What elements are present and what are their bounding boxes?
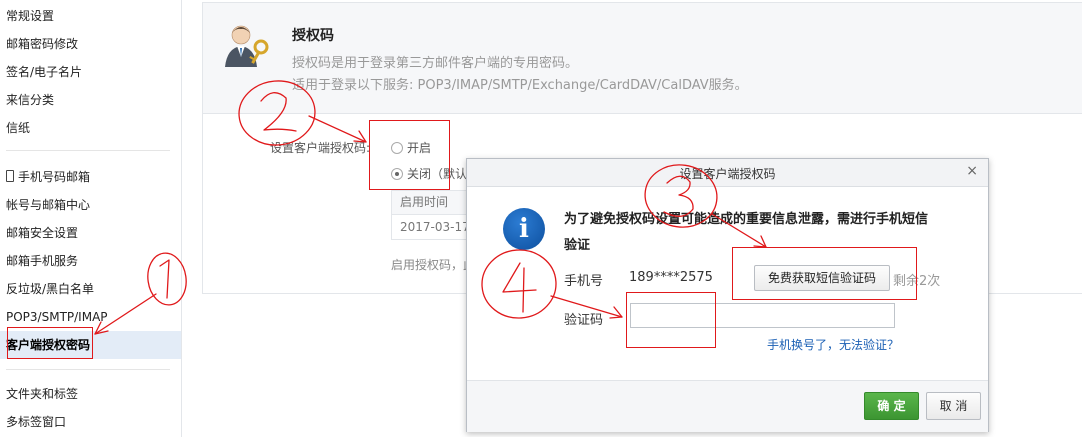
phone-number: 189****2575 xyxy=(629,270,713,285)
radio-label: 开启 xyxy=(407,141,432,155)
sidebar-divider xyxy=(6,150,170,151)
sidebar-item-client-auth-code[interactable]: 客户端授权密码 xyxy=(0,331,181,359)
sidebar-item-label: 多标签窗口 xyxy=(6,415,67,429)
client-auth-setting-label: 设置客户端授权码: xyxy=(270,141,371,155)
dialog-footer: 确 定 取 消 xyxy=(467,380,988,432)
get-sms-code-button[interactable]: 免费获取短信验证码 xyxy=(754,265,890,291)
sidebar-item-label: 邮箱密码修改 xyxy=(6,37,79,51)
sidebar-item-label: POP3/SMTP/IMAP xyxy=(6,310,108,324)
sidebar-item-label: 邮箱安全设置 xyxy=(6,226,79,240)
sidebar-item-label: 帐号与邮箱中心 xyxy=(6,198,91,212)
radio-button-checked[interactable] xyxy=(391,168,403,180)
auth-code-header: 授权码 授权码是用于登录第三方邮件客户端的专用密码。 适用于登录以下服务: PO… xyxy=(203,3,1082,114)
phone-label: 手机号 xyxy=(564,274,604,289)
sidebar-item-general[interactable]: 常规设置 xyxy=(0,2,181,30)
sidebar-item-signature[interactable]: 签名/电子名片 xyxy=(0,58,181,86)
enable-note: 启用授权码，此 xyxy=(391,258,476,272)
info-icon: i xyxy=(503,208,545,250)
sidebar-item-label: 来信分类 xyxy=(6,93,55,107)
sidebar-item-label: 客户端授权密码 xyxy=(6,338,91,352)
cancel-button[interactable]: 取 消 xyxy=(926,392,981,420)
radio-button[interactable] xyxy=(391,142,403,154)
remaining-attempts: 剩余2次 xyxy=(893,274,941,289)
dialog-header: 设置客户端授权码 × xyxy=(467,159,988,187)
changed-phone-link[interactable]: 手机换号了，无法验证？ xyxy=(767,336,899,353)
sidebar-item-multi-tab[interactable]: 多标签窗口 xyxy=(0,408,181,436)
sidebar-item-label: 签名/电子名片 xyxy=(6,65,83,79)
close-icon[interactable]: × xyxy=(966,163,978,179)
settings-sidebar: 常规设置 邮箱密码修改 签名/电子名片 来信分类 信纸 手机号码邮箱 帐号与邮箱… xyxy=(0,0,182,437)
sidebar-item-antispam[interactable]: 反垃圾/黑白名单 xyxy=(0,275,181,303)
sidebar-item-mobile-service[interactable]: 邮箱手机服务 xyxy=(0,247,181,275)
sidebar-item-label: 文件夹和标签 xyxy=(6,387,79,401)
sidebar-item-account-center[interactable]: 帐号与邮箱中心 xyxy=(0,191,181,219)
code-label: 验证码 xyxy=(564,313,604,328)
sidebar-item-phone-mailbox[interactable]: 手机号码邮箱 xyxy=(0,163,181,191)
sidebar-item-pop3-smtp-imap[interactable]: POP3/SMTP/IMAP xyxy=(0,303,181,331)
sidebar-item-password[interactable]: 邮箱密码修改 xyxy=(0,30,181,58)
sidebar-item-label: 信纸 xyxy=(6,121,31,135)
warning-text: 为了避免授权码设置可能造成的重要信息泄露，需进行手机短信 xyxy=(564,212,929,227)
user-key-icon xyxy=(223,21,273,71)
verification-code-input[interactable] xyxy=(630,303,895,328)
confirm-button[interactable]: 确 定 xyxy=(864,392,919,420)
radio-label: 关闭（默认 xyxy=(407,167,468,181)
phone-icon xyxy=(6,170,14,182)
radio-enable[interactable]: 开启 xyxy=(391,139,431,156)
page-title: 授权码 xyxy=(292,28,334,44)
sidebar-item-label: 常规设置 xyxy=(6,9,55,23)
auth-code-services: 适用于登录以下服务: POP3/IMAP/SMTP/Exchange/CardD… xyxy=(292,78,748,93)
sidebar-item-folders-tags[interactable]: 文件夹和标签 xyxy=(0,380,181,408)
sidebar-item-stationery[interactable]: 信纸 xyxy=(0,114,181,142)
auth-code-description: 授权码是用于登录第三方邮件客户端的专用密码。 xyxy=(292,56,579,71)
sidebar-item-label: 手机号码邮箱 xyxy=(18,170,91,184)
set-auth-code-dialog: 设置客户端授权码 × i 为了避免授权码设置可能造成的重要信息泄露，需进行手机短… xyxy=(466,158,989,432)
sidebar-item-label: 反垃圾/黑白名单 xyxy=(6,282,95,296)
warning-text-continued: 验证 xyxy=(564,238,591,253)
sidebar-item-label: 邮箱手机服务 xyxy=(6,254,79,268)
sidebar-divider xyxy=(6,369,170,370)
dialog-title: 设置客户端授权码 xyxy=(679,167,776,181)
sidebar-item-security[interactable]: 邮箱安全设置 xyxy=(0,219,181,247)
sidebar-item-mail-filter[interactable]: 来信分类 xyxy=(0,86,181,114)
radio-disable[interactable]: 关闭（默认 xyxy=(391,165,467,182)
